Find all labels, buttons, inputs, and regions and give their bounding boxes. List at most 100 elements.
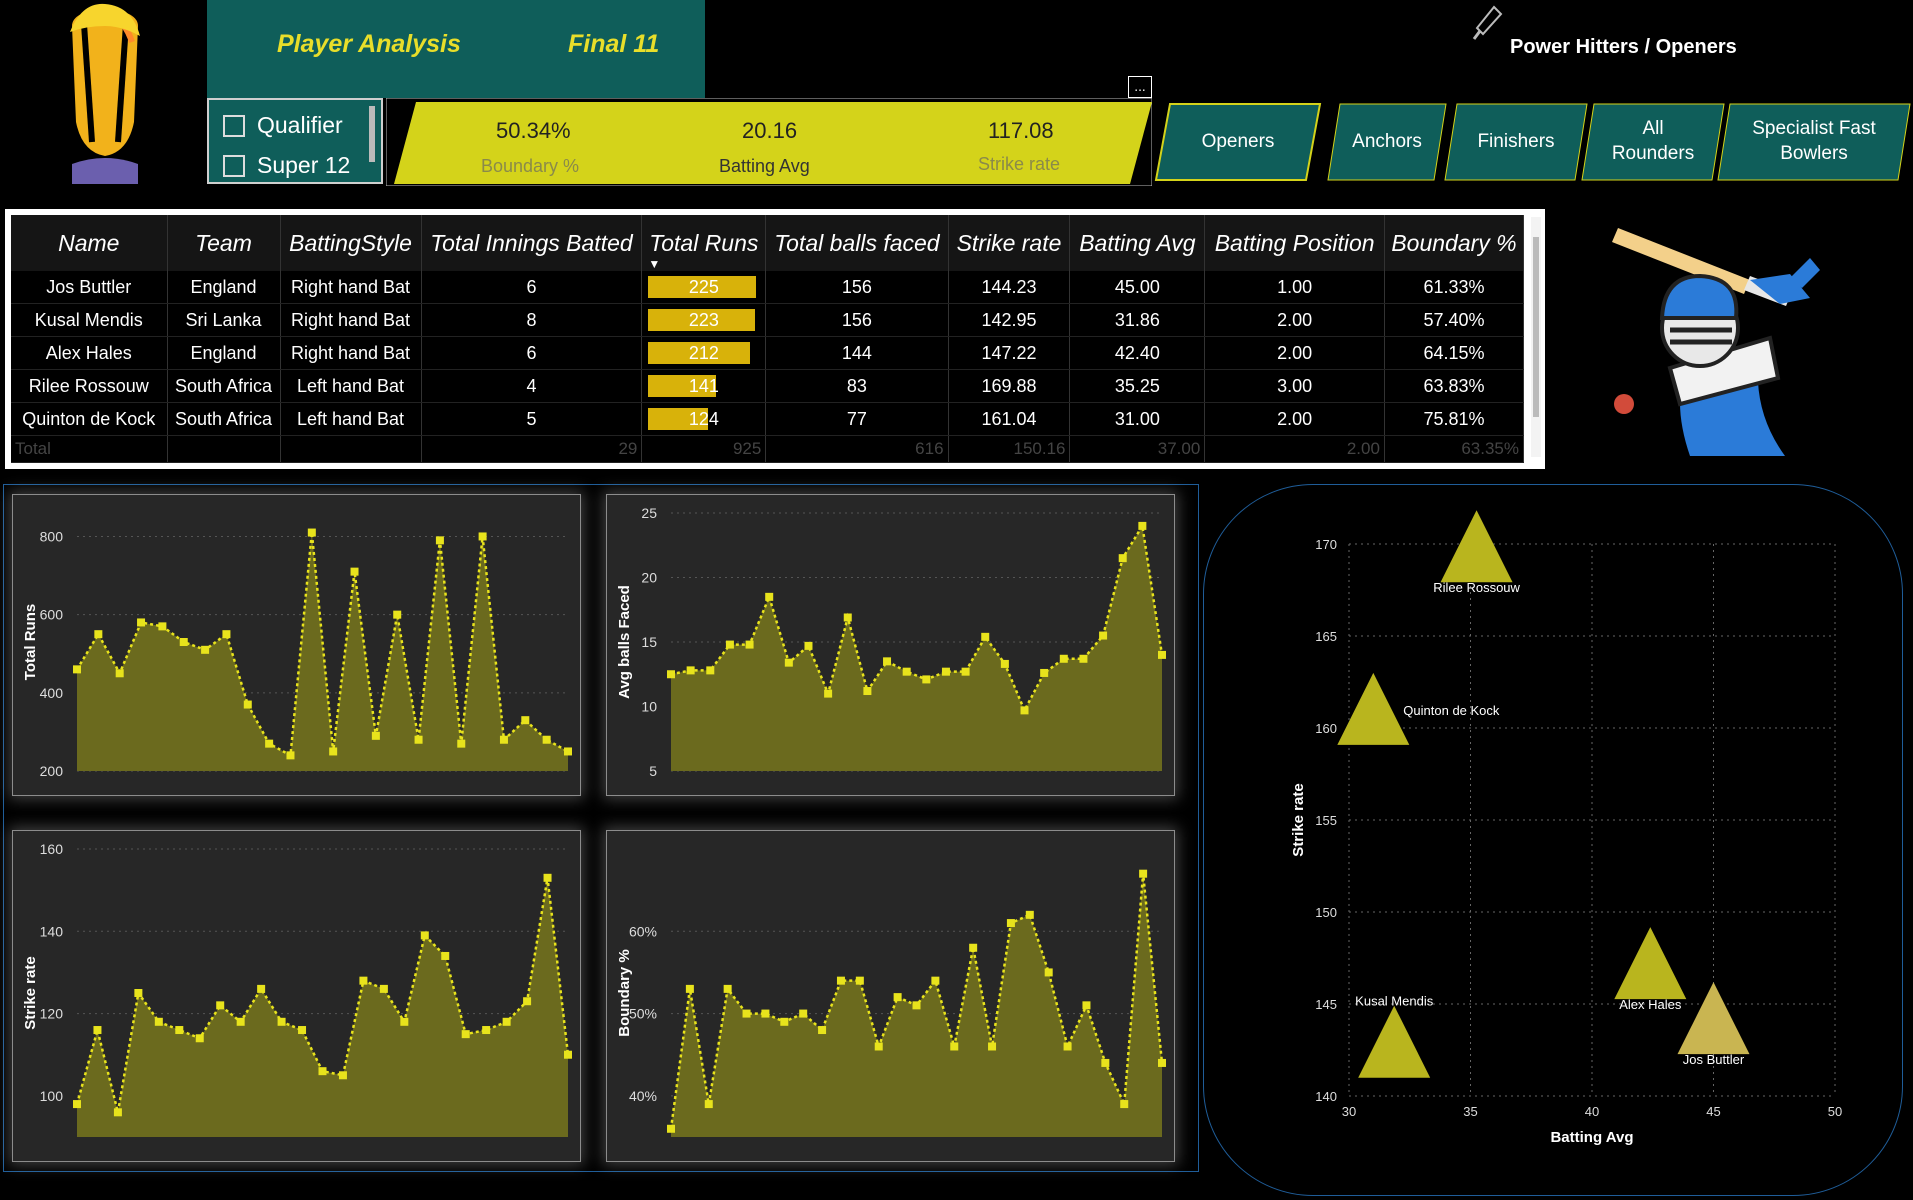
sort-desc-icon[interactable]: ▼ [648, 257, 660, 271]
data-point [216, 1001, 225, 1010]
table-row[interactable]: Quinton de Kock South Africa Left hand Bat… [11, 402, 1524, 436]
table-cell: Right hand Bat [280, 271, 422, 304]
table-row[interactable]: Alex Hales England Right hand Bat 6 212 144 14… [11, 336, 1524, 370]
table-cell: 144 [765, 336, 949, 370]
role-button-openers[interactable]: Openers [1154, 103, 1322, 181]
data-point [883, 657, 892, 666]
slicer-item-super-12[interactable]: Super 12 [223, 152, 350, 179]
x-tick-label: 35 [1463, 1104, 1477, 1119]
page-title: Power Hitters / Openers [1510, 36, 1737, 58]
table-cell: 31.00 [1069, 402, 1206, 436]
data-point [874, 1042, 883, 1051]
data-point [667, 1124, 675, 1133]
table-scrollbar[interactable] [1531, 217, 1541, 457]
y-tick-label: 120 [40, 1006, 64, 1022]
more-options-button[interactable]: ... [1128, 76, 1152, 98]
data-point [922, 675, 931, 684]
table-cell: 169.88 [948, 369, 1071, 403]
data-point [277, 1017, 286, 1026]
kpi-boundary-label: Boundary % [481, 156, 580, 176]
table-cell: 156 [765, 271, 949, 304]
slicer-item-qualifier[interactable]: Qualifier [223, 112, 343, 139]
data-point [414, 735, 423, 744]
table-cell: Sri Lanka [167, 303, 281, 337]
role-button-label: Openers [1201, 130, 1275, 152]
boundary-pct-chart: 40% 50% 60% Boundary % [606, 830, 1175, 1162]
data-point [286, 751, 295, 760]
column-header[interactable]: Name [11, 215, 168, 271]
scrollbar-thumb[interactable] [1533, 237, 1539, 417]
total-runs-chart: 200 400 600 800 Total Runs [12, 494, 581, 796]
data-point [667, 670, 675, 679]
y-tick-label: 15 [641, 634, 657, 650]
data-point [784, 658, 793, 667]
total-cell: 37.00 [1069, 435, 1206, 463]
table-cell: 3.00 [1204, 369, 1385, 403]
data-point [931, 976, 940, 985]
checkbox-icon[interactable] [223, 154, 245, 177]
column-header[interactable]: Boundary % [1384, 215, 1524, 271]
data-point [1059, 654, 1068, 663]
data-point [134, 989, 143, 997]
data-point [912, 1001, 921, 1010]
cell-text: 212 [688, 342, 719, 363]
role-button-specialist-fast-bowlers[interactable]: Specialist Fast Bowlers [1716, 103, 1912, 181]
column-header[interactable]: Strike rate [948, 215, 1071, 271]
data-point [115, 669, 124, 678]
data-point [435, 536, 444, 545]
data-point [969, 943, 978, 952]
y-tick-label: 145 [1315, 997, 1337, 1012]
column-header[interactable]: Batting Avg [1069, 215, 1206, 271]
column-header[interactable]: Total Innings Batted [421, 215, 643, 271]
column-header[interactable]: Total balls faced [765, 215, 949, 271]
data-point [1099, 631, 1108, 640]
column-header[interactable]: Team [167, 215, 281, 271]
data-point [329, 747, 338, 756]
role-button-label: Specialist Fast Bowlers [1752, 118, 1876, 164]
data-point [175, 1026, 184, 1035]
point-label: Kusal Mendis [1355, 994, 1434, 1009]
slicer-item-label: Qualifier [257, 112, 343, 138]
data-point [799, 1009, 808, 1018]
kpi-strike-rate-value: 117.08 [988, 118, 1054, 143]
data-point [298, 1026, 307, 1035]
column-header[interactable]: Batting Position [1204, 215, 1385, 271]
table-row[interactable]: Jos Buttler England Right hand Bat 6 225 156 1… [11, 271, 1524, 304]
data-point [222, 630, 231, 639]
total-cell: 150.16 [948, 435, 1071, 463]
point-label: Alex Hales [1619, 997, 1682, 1012]
x-tick-label: 50 [1828, 1104, 1842, 1119]
y-tick-label: 160 [40, 841, 64, 857]
y-axis-label: Strike rate [22, 956, 39, 1029]
role-button-label: All Rounders [1611, 118, 1695, 164]
batsman-illustration-icon [1610, 218, 1860, 460]
data-point [1120, 1100, 1129, 1109]
total-cell: 29 [421, 435, 643, 463]
data-point [1101, 1058, 1110, 1067]
data-point [257, 984, 266, 993]
avg-balls-faced-chart: 5 10 15 20 25 Avg balls Faced [606, 494, 1175, 796]
checkbox-icon[interactable] [223, 114, 245, 137]
table-cell: 142.95 [948, 303, 1071, 337]
table-cell: 83 [765, 369, 949, 403]
nav-link-final-11[interactable]: Final 11 [568, 30, 659, 59]
cell-text: 124 [688, 408, 719, 429]
scatter-point [1614, 927, 1687, 1000]
table-row[interactable]: Kusal Mendis Sri Lanka Right hand Bat 8 223 1… [11, 303, 1524, 337]
table-row[interactable]: Rilee Rossouw South Africa Left hand Bat 4 1… [11, 369, 1524, 403]
nav-link-player-analysis[interactable]: Player Analysis [277, 30, 461, 59]
y-tick-label: 165 [1315, 629, 1337, 644]
table-cell: England [167, 336, 281, 370]
trophy-logo-icon [62, 2, 148, 184]
data-point [1006, 919, 1015, 928]
slicer-item-label: Super 12 [257, 152, 351, 178]
data-point [1040, 668, 1049, 677]
column-header[interactable]: Total Runs ▼ [641, 215, 767, 271]
role-button-all-rounders[interactable]: All Rounders [1580, 103, 1726, 181]
role-button-finishers[interactable]: Finishers [1443, 103, 1589, 181]
table-cell: 8 [421, 303, 643, 337]
role-button-anchors[interactable]: Anchors [1326, 103, 1448, 181]
table-cell: Quinton de Kock [11, 402, 168, 436]
slicer-scrollbar[interactable] [369, 106, 375, 162]
column-header[interactable]: BattingStyle [280, 215, 422, 271]
